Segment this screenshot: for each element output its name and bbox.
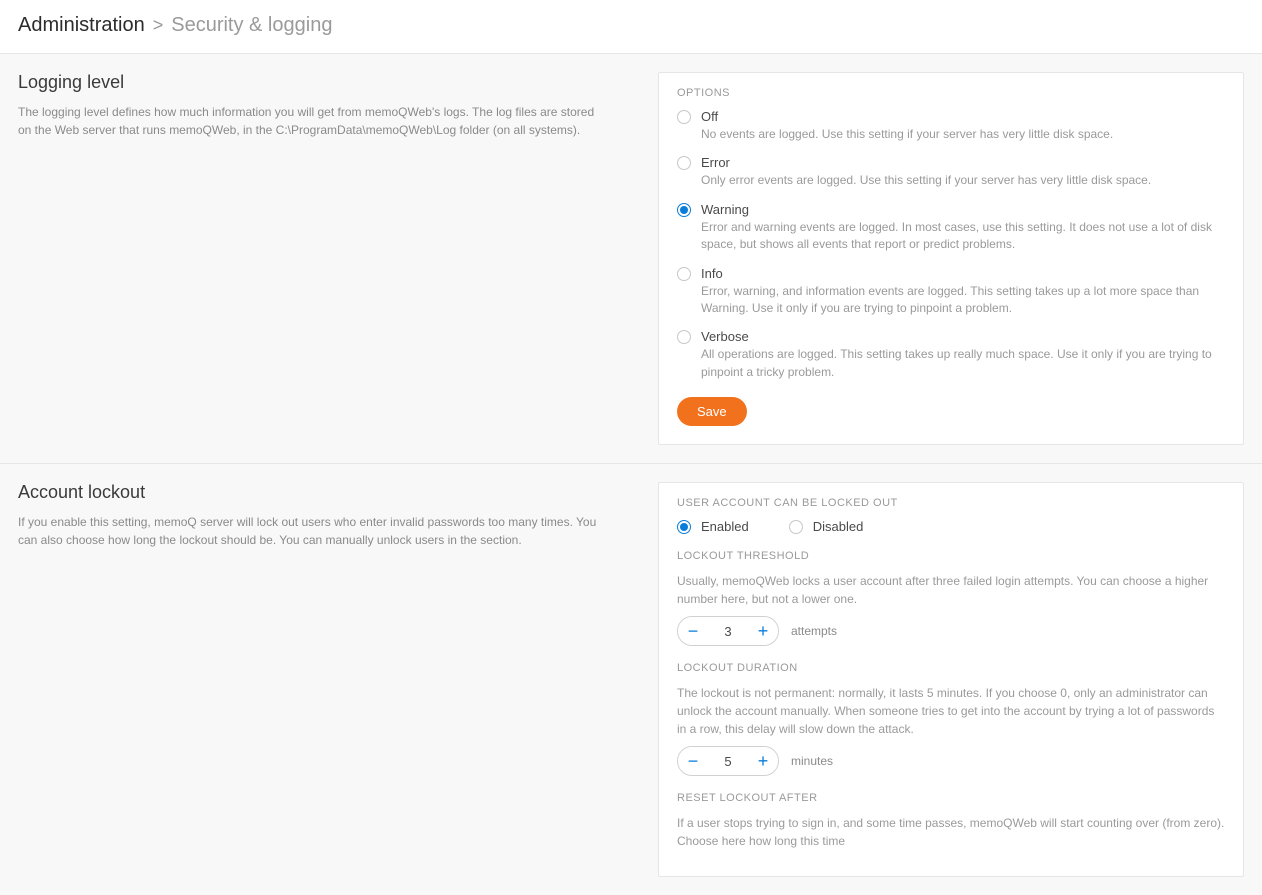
option-verbose[interactable]: Verbose All operations are logged. This … <box>677 329 1225 391</box>
option-desc: All operations are logged. This setting … <box>701 346 1225 381</box>
radio-icon[interactable] <box>789 520 803 534</box>
save-button[interactable]: Save <box>677 397 747 426</box>
radio-icon[interactable] <box>677 267 691 281</box>
duration-unit: minutes <box>791 754 833 768</box>
option-desc: No events are logged. Use this setting i… <box>701 126 1225 143</box>
disabled-label: Disabled <box>813 519 864 534</box>
duration-label: LOCKOUT DURATION <box>677 662 1225 674</box>
decrement-button[interactable]: − <box>678 617 708 645</box>
section-logging-level: Logging level The logging level defines … <box>0 54 1262 463</box>
section-account-lockout: Account lockout If you enable this setti… <box>0 463 1262 895</box>
logging-options-panel: OPTIONS Off No events are logged. Use th… <box>658 72 1244 445</box>
option-error[interactable]: Error Only error events are logged. Use … <box>677 155 1225 199</box>
option-desc: Only error events are logged. Use this s… <box>701 172 1225 189</box>
option-label: Warning <box>701 202 1225 217</box>
option-desc: Error, warning, and information events a… <box>701 283 1225 318</box>
option-label: Verbose <box>701 329 1225 344</box>
lockout-panel: USER ACCOUNT CAN BE LOCKED OUT Enabled D… <box>658 482 1244 877</box>
threshold-value: 3 <box>708 624 748 639</box>
duration-value: 5 <box>708 754 748 769</box>
breadcrumb-leaf: Security & logging <box>171 14 332 37</box>
threshold-stepper: − 3 + <box>677 616 779 646</box>
lockout-title: Account lockout <box>18 482 618 503</box>
duration-desc: The lockout is not permanent: normally, … <box>677 684 1225 738</box>
reset-desc: If a user stops trying to sign in, and s… <box>677 814 1225 850</box>
increment-button[interactable]: + <box>748 747 778 775</box>
chevron-right-icon: > <box>153 15 164 36</box>
breadcrumb: Administration > Security & logging <box>18 14 1244 37</box>
radio-icon[interactable] <box>677 203 691 217</box>
threshold-unit: attempts <box>791 624 837 638</box>
increment-button[interactable]: + <box>748 617 778 645</box>
option-desc: Error and warning events are logged. In … <box>701 219 1225 254</box>
reset-label: RESET LOCKOUT AFTER <box>677 792 1225 804</box>
decrement-button[interactable]: − <box>678 747 708 775</box>
option-off[interactable]: Off No events are logged. Use this setti… <box>677 109 1225 153</box>
radio-icon[interactable] <box>677 330 691 344</box>
options-label: OPTIONS <box>677 87 1225 99</box>
duration-stepper: − 5 + <box>677 746 779 776</box>
option-warning[interactable]: Warning Error and warning events are log… <box>677 202 1225 264</box>
lockout-description: If you enable this setting, memoQ server… <box>18 513 598 549</box>
logging-description: The logging level defines how much infor… <box>18 103 598 139</box>
option-label: Info <box>701 266 1225 281</box>
logging-title: Logging level <box>18 72 618 93</box>
page-header: Administration > Security & logging <box>0 0 1262 54</box>
enabled-label: Enabled <box>701 519 749 534</box>
radio-icon[interactable] <box>677 110 691 124</box>
option-label: Off <box>701 109 1225 124</box>
option-info[interactable]: Info Error, warning, and information eve… <box>677 266 1225 328</box>
option-label: Error <box>701 155 1225 170</box>
threshold-desc: Usually, memoQWeb locks a user account a… <box>677 572 1225 608</box>
lockout-disabled[interactable]: Disabled <box>789 519 864 534</box>
lockout-enabled[interactable]: Enabled <box>677 519 749 534</box>
radio-icon[interactable] <box>677 156 691 170</box>
threshold-label: LOCKOUT THRESHOLD <box>677 550 1225 562</box>
breadcrumb-root[interactable]: Administration <box>18 14 145 37</box>
radio-icon[interactable] <box>677 520 691 534</box>
enable-label: USER ACCOUNT CAN BE LOCKED OUT <box>677 497 1225 509</box>
